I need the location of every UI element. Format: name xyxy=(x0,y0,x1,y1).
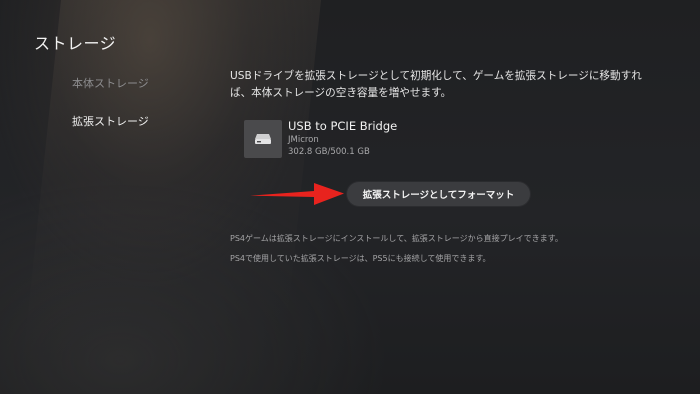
description-text: USBドライブを拡張ストレージとして初期化して、ゲームを拡張ストレージに移動すれ… xyxy=(230,70,642,99)
sidebar-item-extended-storage[interactable]: 拡張ストレージ xyxy=(72,115,149,129)
hard-drive-icon xyxy=(244,120,282,158)
device-maker: JMicron xyxy=(288,135,319,145)
page-title: ストレージ xyxy=(34,34,117,53)
note-ps4-storage: PS4で使用していた拡張ストレージは、PS5にも接続して使用できます。 xyxy=(230,254,491,263)
note-ps4-games: PS4ゲームは拡張ストレージにインストールして、拡張ストレージから直接プレイでき… xyxy=(230,234,563,243)
format-as-extended-storage-button[interactable]: 拡張ストレージとしてフォーマット xyxy=(347,182,530,206)
sidebar: 本体ストレージ 拡張ストレージ xyxy=(72,77,149,129)
red-arrow-annotation xyxy=(250,183,344,205)
device-capacity: 302.8 GB/500.1 GB xyxy=(288,147,370,157)
sidebar-item-internal-storage[interactable]: 本体ストレージ xyxy=(72,77,149,91)
device-entry: USB to PCIE Bridge JMicron 302.8 GB/500.… xyxy=(244,118,397,158)
device-name: USB to PCIE Bridge xyxy=(288,119,398,133)
device-info: USB to PCIE Bridge JMicron 302.8 GB/500.… xyxy=(288,118,397,158)
